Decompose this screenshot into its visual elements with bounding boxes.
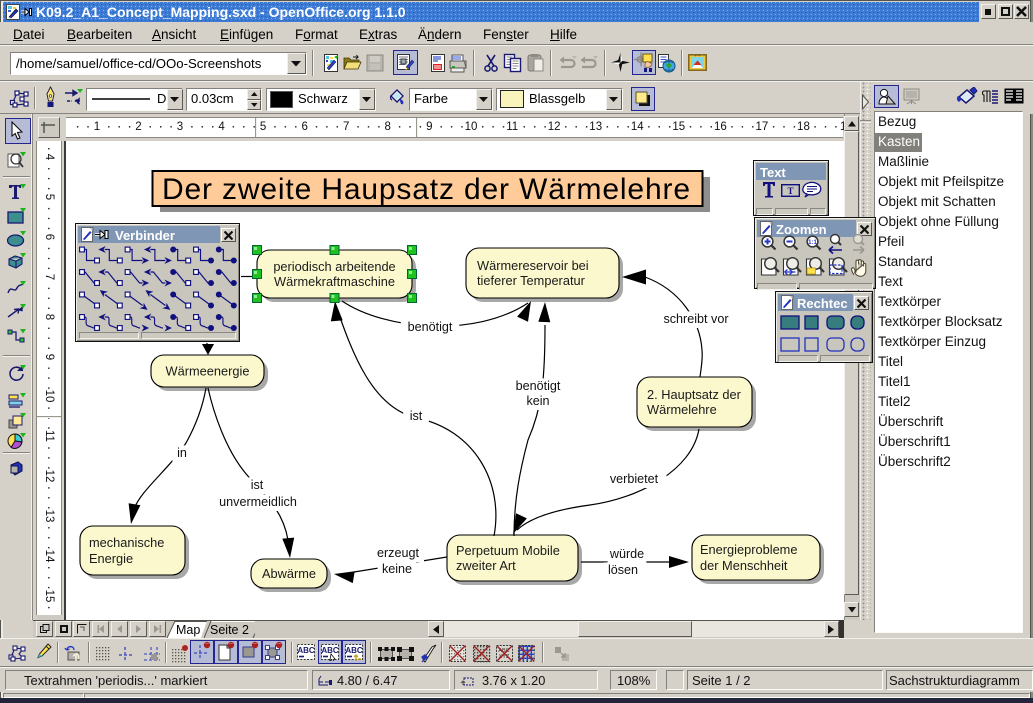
svg-text:2. Hauptsatz der: 2. Hauptsatz der: [647, 387, 742, 402]
svg-text:erzeugt: erzeugt: [377, 546, 420, 560]
svg-text:ABC: ABC: [297, 646, 315, 655]
svg-text:Der zweite Haupsatz der Wärmel: Der zweite Haupsatz der Wärmelehre: [162, 173, 690, 206]
svg-text:verbietet: verbietet: [610, 472, 659, 486]
svg-text:benötigt: benötigt: [408, 320, 453, 334]
svg-text:Energie: Energie: [89, 551, 133, 566]
svg-text:ist: ist: [410, 409, 423, 423]
svg-text:unvermeidlich: unvermeidlich: [219, 495, 297, 509]
svg-text:keine: keine: [382, 562, 412, 576]
svg-text:Wärmereservoir bei: Wärmereservoir bei: [477, 258, 589, 273]
svg-text:Wärmelehre: Wärmelehre: [647, 402, 717, 417]
svg-text:in: in: [177, 446, 187, 460]
svg-text:zweiter Art: zweiter Art: [456, 558, 516, 573]
svg-text:1:1: 1:1: [808, 240, 817, 246]
svg-text:kein: kein: [526, 394, 549, 408]
svg-text:ABC: ABC: [345, 646, 363, 655]
svg-text:Perpetuum Mobile: Perpetuum Mobile: [456, 543, 560, 558]
svg-text:mechanische: mechanische: [89, 535, 164, 550]
svg-text:würde: würde: [609, 547, 644, 561]
svg-text:tieferer Temperatur: tieferer Temperatur: [477, 273, 586, 288]
svg-text:periodisch arbeitende: periodisch arbeitende: [273, 259, 395, 274]
svg-text:ist: ist: [251, 478, 264, 492]
svg-text:lösen: lösen: [608, 563, 638, 577]
svg-text:der Menschheit: der Menschheit: [700, 558, 788, 573]
svg-text:benötigt: benötigt: [516, 379, 561, 393]
svg-text:ABC: ABC: [321, 646, 339, 655]
svg-text:Wärmeenergie: Wärmeenergie: [166, 364, 250, 379]
svg-text:schreibt vor: schreibt vor: [663, 312, 728, 326]
svg-text:Wärmekraftmaschine: Wärmekraftmaschine: [274, 274, 395, 289]
svg-text:Abwärme: Abwärme: [262, 566, 316, 581]
svg-text:T: T: [787, 186, 793, 196]
svg-text:Energieprobleme: Energieprobleme: [700, 542, 797, 557]
